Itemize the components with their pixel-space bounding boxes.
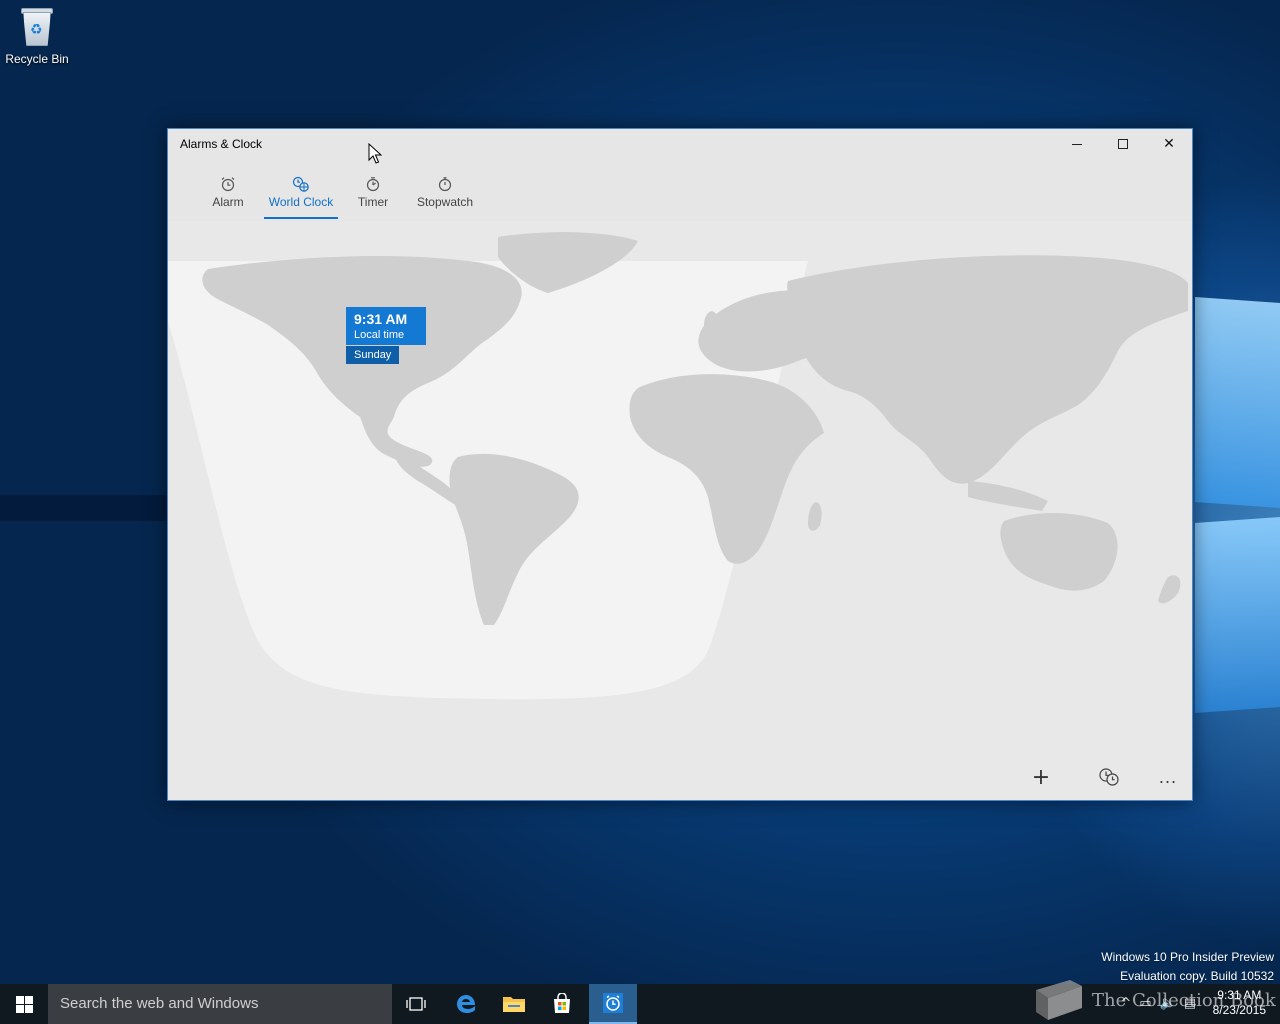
tab-stopwatch-label: Stopwatch	[416, 195, 474, 209]
world-map-graphic	[168, 221, 1192, 800]
local-day-label: Sunday	[346, 346, 400, 364]
maximize-icon	[1118, 139, 1128, 149]
mouse-cursor-icon	[368, 143, 382, 164]
tab-alarm-label: Alarm	[212, 195, 244, 209]
file-explorer-button[interactable]	[490, 984, 538, 1024]
globe-clock-icon	[268, 173, 334, 195]
desktop-wallpaper-streak	[0, 495, 170, 521]
wallpaper-logo-pane-upper	[1195, 297, 1280, 508]
close-button[interactable]: ✕	[1146, 129, 1192, 159]
windows-logo-icon	[15, 995, 33, 1013]
taskbar: Search the web and Windows ^▭🔈▤ 9:31 AM …	[0, 984, 1280, 1024]
timer-icon	[357, 173, 389, 195]
app-command-bar: + ...	[168, 752, 1192, 800]
tab-bar: Alarm World Clock Timer Stopwatch	[168, 159, 1192, 221]
tab-timer[interactable]: Timer	[357, 173, 389, 209]
edge-icon	[457, 995, 475, 1013]
store-icon	[554, 993, 570, 1013]
evaluation-watermark: Windows 10 Pro Insider Preview Evaluatio…	[1101, 948, 1274, 986]
local-time-value: 9:31 AM	[354, 311, 408, 327]
collection-book-watermark: The Collection Book	[1092, 990, 1276, 1011]
title-bar[interactable]: Alarms & Clock ✕	[168, 129, 1192, 159]
tab-stopwatch[interactable]: Stopwatch	[415, 173, 475, 209]
minimize-button[interactable]	[1054, 129, 1100, 159]
alarms-clock-window: Alarms & Clock ✕ Alarm World Clock Timer	[167, 128, 1193, 801]
recycle-bin-icon: ♻	[18, 6, 56, 48]
alarms-clock-taskbar-button[interactable]	[589, 984, 637, 1024]
task-view-button[interactable]	[392, 984, 440, 1024]
desktop-icon-recycle-bin[interactable]: ♻ Recycle Bin	[4, 6, 70, 66]
stopwatch-icon	[415, 173, 475, 195]
close-icon: ✕	[1163, 136, 1175, 152]
start-button[interactable]	[0, 984, 48, 1024]
edge-button[interactable]	[442, 984, 490, 1024]
more-options-button[interactable]: ...	[1148, 762, 1188, 792]
tab-timer-label: Timer	[357, 195, 389, 209]
alarms-clock-icon	[603, 993, 623, 1013]
local-time-label: Local time	[354, 329, 405, 341]
minimize-icon	[1072, 143, 1082, 145]
search-box[interactable]: Search the web and Windows	[48, 984, 392, 1024]
local-time-card[interactable]: 9:31 AM Local time Sunday	[346, 307, 426, 364]
add-icon: +	[1031, 764, 1051, 790]
maximize-button[interactable]	[1100, 129, 1146, 159]
wallpaper-logo-pane-lower	[1195, 517, 1280, 713]
add-city-button[interactable]: +	[1021, 762, 1061, 792]
world-map[interactable]: 9:31 AM Local time Sunday + ...	[168, 221, 1192, 800]
window-title: Alarms & Clock	[180, 137, 263, 151]
compare-clocks-icon	[1099, 768, 1119, 786]
compare-clocks-button[interactable]	[1089, 762, 1129, 792]
alarm-clock-icon	[212, 173, 244, 195]
tab-world-clock-label: World Clock	[268, 195, 334, 209]
watermark-line-1: Windows 10 Pro Insider Preview	[1101, 950, 1274, 964]
book-watermark-icon	[1036, 980, 1082, 1020]
desktop-icon-label: Recycle Bin	[5, 52, 69, 66]
file-explorer-icon	[503, 997, 525, 1012]
tab-world-clock[interactable]: World Clock	[264, 173, 338, 219]
more-icon: ...	[1158, 767, 1178, 787]
local-time-card-header: 9:31 AM Local time	[346, 307, 426, 345]
store-button[interactable]	[538, 984, 586, 1024]
tab-alarm[interactable]: Alarm	[212, 173, 244, 209]
task-view-icon	[406, 997, 426, 1011]
